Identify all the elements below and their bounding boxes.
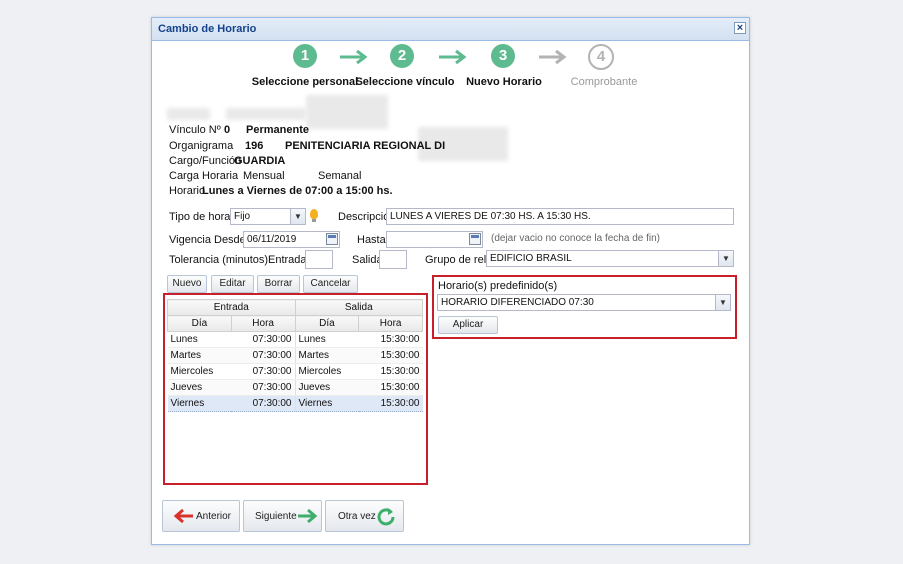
salida-label: Salida (352, 254, 383, 266)
redacted-name (167, 108, 210, 120)
close-icon[interactable]: × (734, 22, 746, 34)
arrow-right-icon (298, 508, 318, 524)
cargo-value: GUARDIA (234, 155, 286, 167)
carga-label: Carga Horaria (169, 170, 239, 182)
predefinido-label: Horario(s) predefinido(s) (438, 280, 558, 292)
grupo-reloj-select[interactable]: EDIFICIO BRASIL ▼ (486, 250, 734, 267)
step-1-circle: 1 (293, 44, 317, 68)
tolerancia-label: Tolerancia (minutos) (169, 254, 269, 266)
desde-label: Desde (214, 234, 246, 246)
anterior-label: Anterior (196, 511, 232, 522)
predefinido-select[interactable]: HORARIO DIFERENCIADO 07:30 ▼ (437, 294, 731, 311)
step-1-label: Seleccione personal (251, 76, 359, 88)
redacted-photo (306, 95, 388, 129)
vinculo-label: Vínculo Nº (169, 124, 221, 136)
vigencia-label: Vigencia (169, 234, 211, 246)
chevron-down-icon[interactable]: ▼ (715, 295, 730, 310)
entrada-label: Entrada (268, 254, 307, 266)
grid-highlight-box (163, 293, 428, 485)
predefinido-value: HORARIO DIFERENCIADO 07:30 (441, 297, 594, 308)
chevron-down-icon[interactable]: ▼ (290, 209, 305, 224)
desde-date-value: 06/11/2019 (247, 234, 297, 245)
siguiente-button[interactable]: Siguiente (243, 500, 322, 532)
desde-date-field[interactable]: 06/11/2019 (243, 231, 340, 248)
calendar-icon[interactable] (326, 233, 338, 245)
grupo-reloj-label: Grupo de reloj (425, 254, 495, 266)
aplicar-button[interactable]: Aplicar (438, 316, 498, 334)
salida-tolerancia-input[interactable] (379, 250, 407, 269)
entrada-tolerancia-input[interactable] (305, 250, 333, 269)
window-title: Cambio de Horario (158, 23, 257, 35)
otra-vez-button[interactable]: Otra vez (325, 500, 404, 532)
step-3-circle: 3 (491, 44, 515, 68)
step-2-circle: 2 (390, 44, 414, 68)
grupo-reloj-value: EDIFICIO BRASIL (490, 253, 572, 264)
carga-mensual: Mensual (243, 170, 285, 182)
step-4-label: Comprobante (570, 76, 638, 88)
siguiente-label: Siguiente (255, 511, 297, 522)
calendar-icon[interactable] (469, 233, 481, 245)
horario-label: Horario (169, 185, 206, 197)
window-titlebar: Cambio de Horario × (152, 18, 749, 41)
tipo-horario-value: Fijo (234, 211, 251, 222)
carga-semanal: Semanal (318, 170, 362, 182)
cargo-label: Cargo/Función (169, 155, 242, 167)
step-4-circle: 4 (588, 44, 614, 70)
organigrama-name: PENITENCIARIA REGIONAL DI (285, 140, 446, 152)
step-arrow-icon (439, 49, 467, 65)
step-arrow-icon (539, 49, 567, 65)
anterior-button[interactable]: Anterior (162, 500, 240, 532)
nuevo-button[interactable]: Nuevo (167, 275, 207, 293)
tipo-horario-select[interactable]: Fijo ▼ (230, 208, 306, 225)
arrow-left-icon (173, 508, 193, 524)
step-3-label: Nuevo Horario (466, 76, 542, 88)
horario-value: Lunes a Viernes de 07:00 a 15:00 hs. (202, 185, 393, 197)
step-arrow-icon (340, 49, 368, 65)
redacted-name (226, 108, 306, 120)
refresh-icon (377, 508, 395, 526)
step-2-label: Seleccione vínculo (355, 76, 455, 88)
hasta-hint: (dejar vacio no conoce la fecha de fin) (491, 233, 660, 244)
borrar-button[interactable]: Borrar (257, 275, 300, 293)
organigrama-label: Organigrama (169, 140, 234, 152)
chevron-down-icon[interactable]: ▼ (718, 251, 733, 266)
descripcion-input[interactable]: LUNES A VIERES DE 07:30 HS. A 15:30 HS. (386, 208, 734, 225)
vinculo-value: 0 (224, 124, 231, 136)
vinculo-tipo: Permanente (246, 124, 309, 136)
otra-vez-label: Otra vez (338, 511, 376, 522)
cancelar-button[interactable]: Cancelar (303, 275, 358, 293)
editar-button[interactable]: Editar (211, 275, 254, 293)
organigrama-code: 196 (245, 140, 264, 152)
lightbulb-icon[interactable] (310, 209, 318, 222)
hasta-label: Hasta (357, 234, 386, 246)
hasta-date-field[interactable] (386, 231, 483, 248)
